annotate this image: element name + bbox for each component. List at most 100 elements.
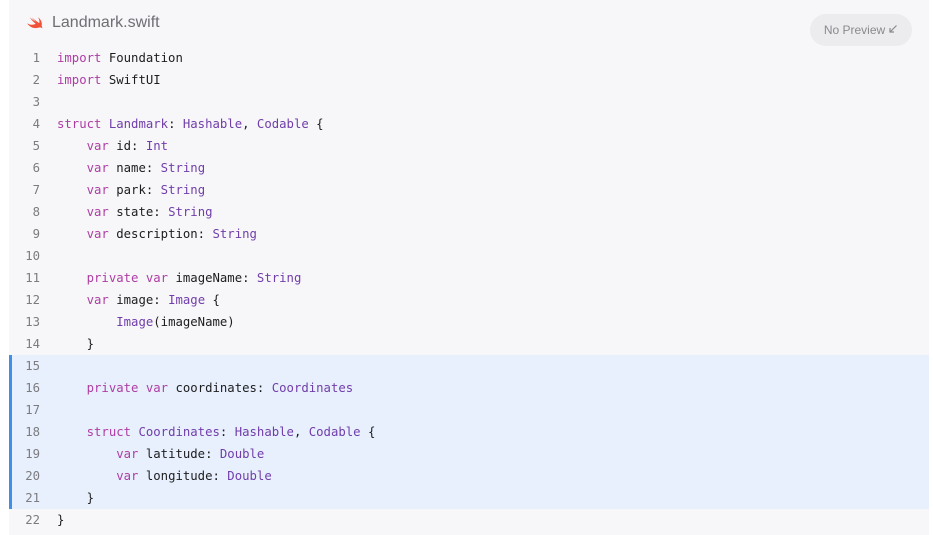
line-number: 5 <box>32 139 40 153</box>
code-block: 1 import Foundation 2 import SwiftUI 3 4 struc… <box>9 47 929 531</box>
keyword-token: var <box>86 183 109 197</box>
code-token: } <box>57 337 95 351</box>
keyword-token: private <box>86 271 139 285</box>
code-token: state: <box>108 205 169 219</box>
code-token: SwiftUI <box>101 73 161 87</box>
code-token: id: <box>108 139 146 153</box>
swift-logo-icon <box>26 14 44 32</box>
line-number: 16 <box>25 381 40 395</box>
keyword-token: var <box>86 227 109 241</box>
line-number: 6 <box>32 161 40 175</box>
code-line: 16 private var coordinates: Coordinates <box>9 377 929 399</box>
code-text: import Foundation <box>57 47 183 69</box>
keyword-token: struct <box>57 117 102 131</box>
line-number: 22 <box>25 513 40 527</box>
type-token: Coordinates <box>271 381 354 395</box>
code-line: 7 var park: String <box>9 179 929 201</box>
keyword-token: var <box>116 447 139 461</box>
type-token: Image <box>168 293 206 307</box>
code-text: struct Landmark: Hashable, Codable { <box>57 113 324 135</box>
line-number: 2 <box>32 73 40 87</box>
code-line: 18 struct Coordinates: Hashable, Codable… <box>9 421 929 443</box>
code-token: coordinates: <box>168 381 272 395</box>
code-token: : <box>219 425 235 439</box>
line-number: 17 <box>25 403 40 417</box>
code-line: 1 import Foundation <box>9 47 929 69</box>
type-token: String <box>256 271 302 285</box>
code-line: 20 var longitude: Double <box>9 465 929 487</box>
code-line: 15 <box>9 355 929 377</box>
code-text: var id: Int <box>57 135 168 157</box>
code-line: 4 struct Landmark: Hashable, Codable { <box>9 113 929 135</box>
file-header: Landmark.swift No Preview <box>9 0 929 46</box>
code-line: 10 <box>9 245 929 267</box>
code-token: latitude: <box>138 447 220 461</box>
code-token: , <box>293 425 309 439</box>
code-text: struct Coordinates: Hashable, Codable { <box>57 421 376 443</box>
line-number: 7 <box>32 183 40 197</box>
code-token: { <box>205 293 220 307</box>
code-token: image: <box>108 293 169 307</box>
keyword-token: var <box>86 293 109 307</box>
code-text: private var coordinates: Coordinates <box>57 377 354 399</box>
code-text: var description: String <box>57 223 257 245</box>
code-line: 13 Image(imageName) <box>9 311 929 333</box>
no-preview-button[interactable]: No Preview <box>810 14 912 46</box>
code-token: park: <box>108 183 161 197</box>
code-text: var image: Image { <box>57 289 220 311</box>
type-token: Double <box>227 469 272 483</box>
code-text: var name: String <box>57 157 205 179</box>
code-text: var state: String <box>57 201 213 223</box>
line-number: 21 <box>25 491 40 505</box>
code-token: longitude: <box>138 469 228 483</box>
code-line: 2 import SwiftUI <box>9 69 929 91</box>
code-line: 5 var id: Int <box>9 135 929 157</box>
line-number: 19 <box>25 447 40 461</box>
code-line: 8 var state: String <box>9 201 929 223</box>
type-token: Codable <box>256 117 309 131</box>
code-token: { <box>308 117 324 131</box>
code-line: 6 var name: String <box>9 157 929 179</box>
type-token: String <box>160 161 206 175</box>
keyword-token: import <box>57 51 102 65</box>
line-number: 14 <box>25 337 40 351</box>
keyword-token: var <box>145 381 169 395</box>
code-token: Foundation <box>101 51 183 65</box>
line-number: 1 <box>32 51 40 65</box>
code-token: } <box>57 491 95 505</box>
code-token: description: <box>108 227 213 241</box>
line-number: 3 <box>32 95 40 109</box>
code-token: , <box>242 117 257 131</box>
keyword-token: import <box>57 73 102 87</box>
type-token: Hashable <box>234 425 294 439</box>
type-token: String <box>168 205 213 219</box>
code-listing-panel: Landmark.swift No Preview 1 import Founda… <box>9 0 929 535</box>
type-token: Coordinates <box>138 425 220 439</box>
code-text: } <box>57 333 94 355</box>
code-token: { <box>360 425 376 439</box>
code-text: private var imageName: String <box>57 267 302 289</box>
keyword-token: var <box>86 139 109 153</box>
code-text: var longitude: Double <box>57 465 272 487</box>
line-number: 8 <box>32 205 40 219</box>
code-token: } <box>57 513 65 527</box>
code-line: 3 <box>9 91 929 113</box>
line-number: 9 <box>32 227 40 241</box>
line-number: 12 <box>25 293 40 307</box>
code-token: name: <box>108 161 161 175</box>
code-line: 11 private var imageName: String <box>9 267 929 289</box>
code-text: var latitude: Double <box>57 443 264 465</box>
type-token: Codable <box>308 425 361 439</box>
line-number: 18 <box>25 425 40 439</box>
